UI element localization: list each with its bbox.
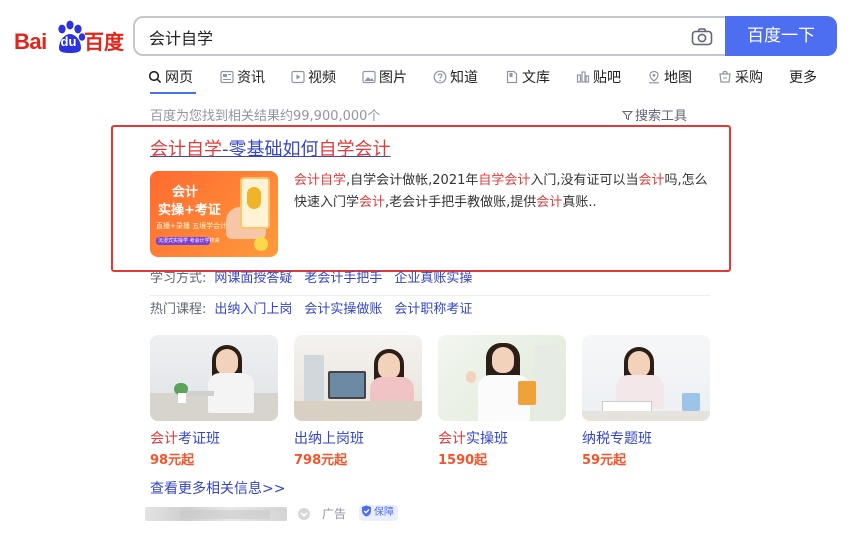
filter-icon [622, 111, 633, 121]
sitelink[interactable]: 会计职称考证 [394, 302, 472, 317]
sitelink[interactable]: 老会计手把手 [304, 271, 382, 286]
plant-pot [178, 393, 186, 403]
book [518, 381, 536, 405]
blurred-source-url [180, 510, 270, 519]
person-illustration [208, 373, 254, 413]
course-title: 实操班 [466, 431, 508, 447]
shelf [534, 345, 560, 421]
image-icon [362, 70, 376, 84]
chevron-down-icon[interactable] [297, 507, 311, 521]
tab-purchase[interactable]: 采购 [718, 68, 763, 88]
tab-web[interactable]: 网页 [148, 68, 193, 88]
result-count: 百度为您找到相关结果约99,900,000个 [150, 109, 381, 124]
course-title: 考证班 [178, 431, 220, 447]
tab-label: 知道 [450, 70, 478, 86]
doc-icon [506, 70, 518, 84]
tab-label: 采购 [735, 70, 763, 86]
sitelink[interactable]: 出纳入门上岗 [214, 302, 292, 317]
course-title-link[interactable]: 会计考证班 [150, 429, 220, 449]
sitelink[interactable]: 会计实操做账 [304, 302, 382, 317]
hand-gesture [466, 371, 476, 383]
tab-zhidao[interactable]: 知道 [433, 68, 478, 88]
course-price: 798元起 [294, 453, 348, 468]
tab-label: 地图 [664, 70, 692, 86]
person-illustration [492, 347, 514, 373]
tab-images[interactable]: 图片 [362, 68, 407, 88]
tab-wenku[interactable]: 文库 [505, 68, 550, 88]
hot-courses-row: 热门课程: 出纳入门上岗 会计实操做账 会计职称考证 [150, 301, 472, 319]
tab-label: 视频 [308, 70, 336, 86]
study-method-row: 学习方式: 网课面授答疑 老会计手把手 企业真账实操 [150, 270, 472, 288]
laptop [188, 391, 214, 396]
course-image[interactable] [438, 335, 566, 421]
tab-label: 贴吧 [593, 70, 621, 86]
sitelink[interactable]: 网课面授答疑 [214, 271, 292, 286]
course-title-link[interactable]: 会计实操班 [438, 429, 508, 449]
baidu-logo[interactable]: Bai du 百度 [14, 20, 124, 60]
course-price: 1590起 [438, 453, 488, 468]
course-image[interactable] [294, 335, 422, 421]
tab-news[interactable]: 资讯 [220, 68, 265, 88]
course-title-link[interactable]: 纳税专题班 [582, 429, 652, 449]
tab-map[interactable]: 地图 [647, 68, 692, 88]
course-price: 59元起 [582, 453, 627, 468]
desk [582, 411, 710, 421]
title-highlight: 会计 [150, 431, 178, 447]
guarantee-label: 保障 [374, 507, 394, 518]
search-input[interactable] [149, 27, 669, 47]
divider [150, 295, 710, 296]
shield-check-icon [362, 505, 371, 517]
course-image[interactable] [150, 335, 278, 421]
map-icon [649, 70, 659, 84]
tab-more[interactable]: 更多 [789, 68, 817, 88]
video-icon [291, 70, 305, 84]
row-label: 学习方式: [150, 271, 207, 286]
course-title-link[interactable]: 出纳上岗班 [294, 429, 364, 449]
shelf [304, 355, 324, 405]
guarantee-badge[interactable]: 保障 [359, 505, 398, 521]
logo-text-du: du [60, 34, 77, 49]
search-button[interactable]: 百度一下 [725, 16, 837, 56]
tab-video[interactable]: 视频 [291, 68, 336, 88]
cup [682, 393, 700, 411]
logo-text-cn: 百度 [84, 30, 124, 54]
ad-label[interactable]: 广告 [322, 506, 346, 522]
cart-icon [719, 70, 731, 83]
tab-label: 图片 [379, 70, 407, 86]
search-icon [148, 70, 162, 84]
person-illustration [378, 353, 400, 379]
sitelink[interactable]: 企业真账实操 [394, 271, 472, 286]
laptop [328, 371, 366, 399]
course-price: 98元起 [150, 453, 195, 468]
tab-label: 更多 [789, 70, 817, 86]
person-illustration [216, 349, 238, 375]
desk [294, 401, 422, 421]
camera-icon[interactable] [691, 27, 713, 47]
search-tools-button[interactable]: 搜索工具 [622, 108, 687, 126]
active-tab-indicator [150, 92, 196, 94]
person-illustration [628, 351, 650, 377]
tab-label: 资讯 [237, 70, 265, 86]
more-info-link[interactable]: 查看更多相关信息>> [150, 479, 285, 499]
search-tools-label: 搜索工具 [635, 109, 688, 124]
annotation-box [111, 125, 731, 272]
logo-text-bai: Bai [14, 29, 47, 54]
tab-label: 文库 [522, 70, 550, 86]
news-icon [220, 70, 234, 84]
search-box [133, 16, 725, 56]
tab-tieba[interactable]: 贴吧 [576, 68, 621, 88]
course-title: 纳税专题班 [582, 431, 652, 447]
course-image[interactable] [582, 335, 710, 421]
row-label: 热门课程: [150, 302, 207, 317]
course-title: 出纳上岗班 [294, 431, 364, 447]
tieba-icon [576, 71, 590, 83]
tab-label: 网页 [165, 70, 193, 86]
title-highlight: 会计 [438, 431, 466, 447]
question-icon [433, 70, 447, 84]
